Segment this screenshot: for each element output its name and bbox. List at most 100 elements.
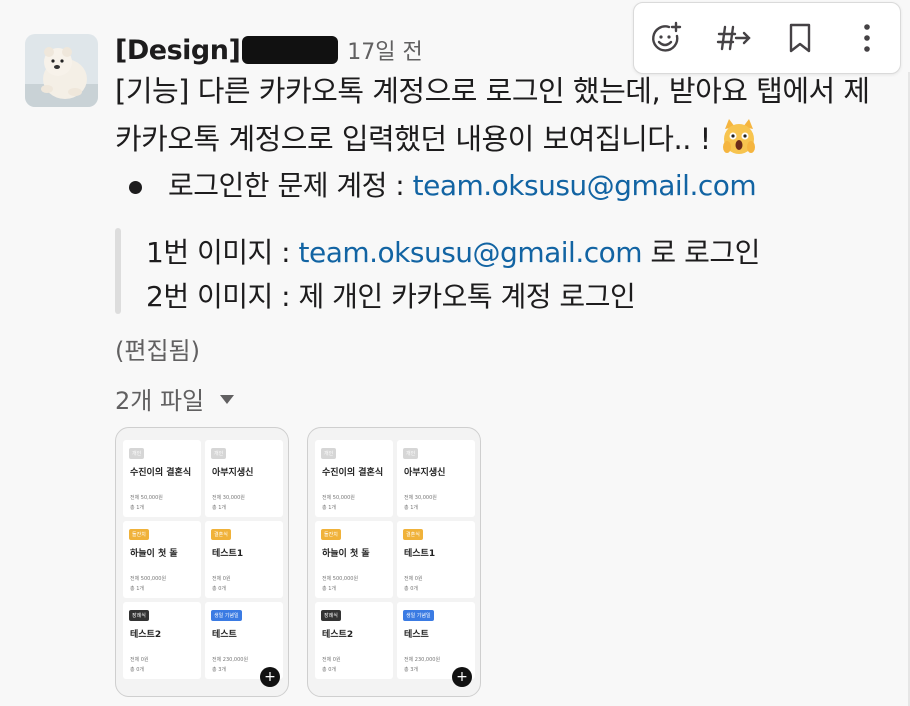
event-amount: 전체 30,000원 bbox=[212, 495, 245, 501]
event-title: 수진이의 결혼식 bbox=[322, 468, 384, 478]
event-count: 총 3개 bbox=[212, 667, 226, 673]
event-tag: 장례식 bbox=[129, 610, 149, 621]
event-tag: 개인 bbox=[211, 448, 227, 459]
event-count: 총 1개 bbox=[322, 505, 336, 511]
add-reaction-icon bbox=[652, 21, 682, 52]
event-tag: 개인 bbox=[129, 448, 145, 459]
event-title: 하늘이 첫 돌 bbox=[130, 549, 178, 559]
redacted-name bbox=[242, 36, 339, 64]
message-line-2-text: 카카오톡 계정으로 입력했던 내용이 보여집니다.. ! bbox=[115, 121, 711, 156]
quote-email-link[interactable]: team.oksusu@gmail.com bbox=[299, 236, 643, 269]
message-header: [Design] 17일 전 bbox=[115, 30, 423, 70]
bullet-dot bbox=[129, 180, 142, 194]
event-count: 총 0개 bbox=[404, 586, 418, 592]
event-title: 하늘이 첫 돌 bbox=[322, 549, 370, 559]
event-title: 테스트2 bbox=[130, 630, 162, 640]
event-amount: 전체 230,000원 bbox=[212, 657, 249, 663]
event-tag: 장례식 bbox=[321, 610, 341, 621]
event-tag: 돌잔치 bbox=[321, 529, 341, 540]
event-tag: 생일 기념일 bbox=[403, 610, 434, 621]
event-meta: 전체 500,000원총 1개 bbox=[322, 574, 358, 594]
message-actions-toolbar bbox=[633, 2, 901, 74]
event-tag: 결혼식 bbox=[403, 529, 423, 540]
event-amount: 전체 500,000원 bbox=[322, 576, 359, 582]
event-title: 테스트1 bbox=[212, 549, 244, 559]
event-card: 개인수진이의 결혼식전체 50,000원총 1개 bbox=[315, 440, 393, 517]
event-tag: 개인 bbox=[321, 448, 337, 459]
bookmark-button[interactable] bbox=[776, 14, 824, 62]
file-thumbnail-1[interactable]: 개인 수진이의 결혼식 전체 50,000원 총 1개 개인 아부지생신 전체 30,00… bbox=[115, 427, 289, 697]
add-reaction-button[interactable] bbox=[643, 14, 691, 62]
quote-line-1-prefix: 1번 이미지 : bbox=[146, 236, 299, 269]
event-meta: 전체 30,000원총 1개 bbox=[212, 493, 245, 513]
blockquote-bar bbox=[115, 228, 121, 314]
event-count: 총 1개 bbox=[212, 505, 226, 511]
event-count: 총 0개 bbox=[130, 667, 144, 673]
event-amount: 전체 0원 bbox=[212, 576, 231, 582]
event-card: 장례식테스트2 전체 0원총 0개 bbox=[123, 602, 201, 679]
avatar[interactable] bbox=[25, 34, 98, 107]
quote-line-2: 2번 이미지 : 제 개인 카카오톡 계정 로그인 bbox=[146, 280, 636, 313]
event-amount: 전체 0원 bbox=[322, 657, 341, 663]
reply-in-thread-icon bbox=[716, 25, 751, 51]
quote-line-1: 1번 이미지 : team.oksusu@gmail.com 로 로그인 bbox=[146, 231, 760, 271]
edited-label: (편집됨) bbox=[115, 337, 200, 365]
event-meta: 전체 0원총 0개 bbox=[322, 655, 341, 675]
sender-name[interactable]: [Design] bbox=[115, 35, 241, 66]
event-title: 테스트 bbox=[212, 630, 237, 640]
event-count: 총 0개 bbox=[322, 667, 336, 673]
event-tag: 돌잔치 bbox=[129, 529, 149, 540]
email-link[interactable]: team.oksusu@gmail.com bbox=[413, 169, 757, 202]
event-amount: 전체 500,000원 bbox=[130, 576, 167, 582]
thumbnail-grid: 개인 수진이의 결혼식 전체 50,000원 총 1개 개인 아부지생신 전체 30,00… bbox=[123, 440, 283, 679]
files-label: 2개 파일 bbox=[115, 387, 205, 415]
event-card: 개인아부지생신전체 30,000원총 1개 bbox=[397, 440, 475, 517]
event-tag: 결혼식 bbox=[211, 529, 231, 540]
event-meta: 전체 0원총 0개 bbox=[212, 574, 231, 594]
event-card: 개인 수진이의 결혼식 전체 50,000원 총 1개 bbox=[123, 440, 201, 517]
event-count: 총 1개 bbox=[130, 586, 144, 592]
event-card: 개인아부지생신전체 30,000원총 1개 bbox=[205, 440, 283, 517]
reply-in-thread-button[interactable] bbox=[710, 14, 758, 62]
event-count: 총 3개 bbox=[404, 667, 418, 673]
event-amount: 전체 50,000원 bbox=[130, 495, 163, 501]
event-title: 아부지생신 bbox=[404, 468, 446, 478]
timestamp[interactable]: 17일 전 bbox=[347, 34, 422, 66]
event-card: 결혼식테스트1 전체 0원총 0개 bbox=[397, 521, 475, 598]
thumbnail-grid: 개인수진이의 결혼식전체 50,000원총 1개 개인아부지생신전체 30,00… bbox=[315, 440, 475, 679]
event-tag: 생일 기념일 bbox=[211, 610, 242, 621]
event-title: 테스트2 bbox=[322, 630, 354, 640]
event-count: 총 0개 bbox=[212, 586, 226, 592]
event-meta: 전체 0원총 0개 bbox=[404, 574, 423, 594]
event-count: 총 1개 bbox=[404, 505, 418, 511]
event-tag: 개인 bbox=[403, 448, 419, 459]
event-amount: 전체 230,000원 bbox=[404, 657, 441, 663]
bullet-label: 로그인한 문제 계정 : bbox=[168, 169, 413, 202]
event-meta: 전체 50,000원총 1개 bbox=[130, 493, 163, 513]
event-count: 총 1개 bbox=[322, 586, 336, 592]
event-meta: 전체 230,000원총 3개 bbox=[212, 655, 248, 675]
bookmark-icon bbox=[790, 23, 811, 53]
event-card: 결혼식테스트1 전체 0원총 0개 bbox=[205, 521, 283, 598]
event-amount: 전체 30,000원 bbox=[404, 495, 437, 501]
event-card: 돌잔치하늘이 첫 돌전체 500,000원총 1개 bbox=[123, 521, 201, 598]
event-meta: 전체 30,000원총 1개 bbox=[404, 493, 437, 513]
message-line-1: [기능] 다른 카카오톡 계정으로 로그인 했는데, 받아요 탭에서 제 bbox=[115, 74, 870, 108]
event-title: 아부지생신 bbox=[212, 468, 254, 478]
bullet-item: 로그인한 문제 계정 : team.oksusu@gmail.com bbox=[129, 164, 757, 204]
event-amount: 전체 0원 bbox=[130, 657, 149, 663]
event-meta: 전체 230,000원총 3개 bbox=[404, 655, 440, 675]
more-options-icon bbox=[863, 24, 870, 52]
event-title: 테스트1 bbox=[404, 549, 436, 559]
event-amount: 전체 50,000원 bbox=[322, 495, 355, 501]
event-count: 총 1개 bbox=[130, 505, 144, 511]
screaming-cat-emoji-icon bbox=[719, 117, 759, 165]
event-amount: 전체 0원 bbox=[404, 576, 423, 582]
event-meta: 전체 0원총 0개 bbox=[130, 655, 149, 675]
more-options-button[interactable] bbox=[843, 14, 891, 62]
file-thumbnail-2[interactable]: 개인수진이의 결혼식전체 50,000원총 1개 개인아부지생신전체 30,00… bbox=[307, 427, 481, 697]
files-toggle[interactable]: 2개 파일 bbox=[115, 381, 235, 416]
caret-down-icon bbox=[220, 395, 235, 404]
event-card: 돌잔치하늘이 첫 돌전체 500,000원총 1개 bbox=[315, 521, 393, 598]
message-line-2: 카카오톡 계정으로 입력했던 내용이 보여집니다.. ! bbox=[115, 117, 759, 165]
